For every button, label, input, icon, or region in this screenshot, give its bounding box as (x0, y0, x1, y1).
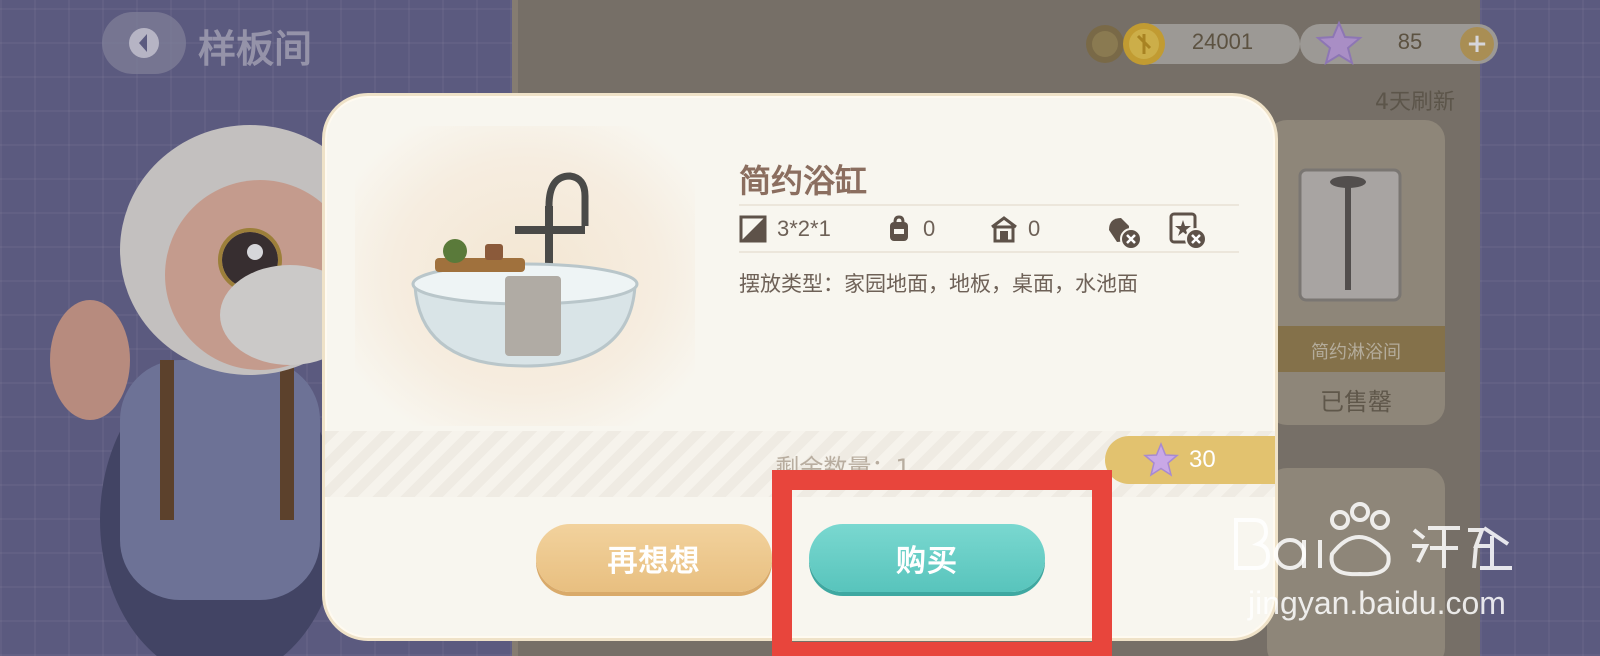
size-icon (739, 215, 767, 243)
warehouse-icon (991, 216, 1017, 243)
backpack-icon (890, 215, 908, 241)
placement-type: 摆放类型：家园地面，地板，桌面，水池面 (739, 272, 1138, 296)
baidu-logo (1234, 502, 1512, 577)
no-acorn-icon (1109, 218, 1142, 250)
item-name: 简约浴缸 (739, 162, 868, 200)
bathtub-image (411, 172, 639, 368)
divider (739, 251, 1239, 253)
price-value: 30 (1189, 446, 1216, 473)
backpack-value: 0 (923, 216, 936, 241)
home-value: 0 (1028, 216, 1041, 241)
watermark-url: jingyan.baidu.com (1248, 585, 1506, 621)
highlight-box (772, 470, 1112, 656)
cancel-button[interactable]: 再想想 (536, 524, 772, 592)
price-tag: 30 (1105, 436, 1275, 484)
no-star-icon (1169, 212, 1207, 250)
size-value: 3*2*1 (777, 216, 831, 241)
divider (739, 204, 1239, 206)
size-stat: 3*2*1 (739, 211, 831, 247)
item-preview (355, 126, 695, 426)
home-stat: 0 (990, 211, 1040, 247)
backpack-stat: 0 (885, 211, 935, 247)
star-icon (1143, 442, 1179, 477)
